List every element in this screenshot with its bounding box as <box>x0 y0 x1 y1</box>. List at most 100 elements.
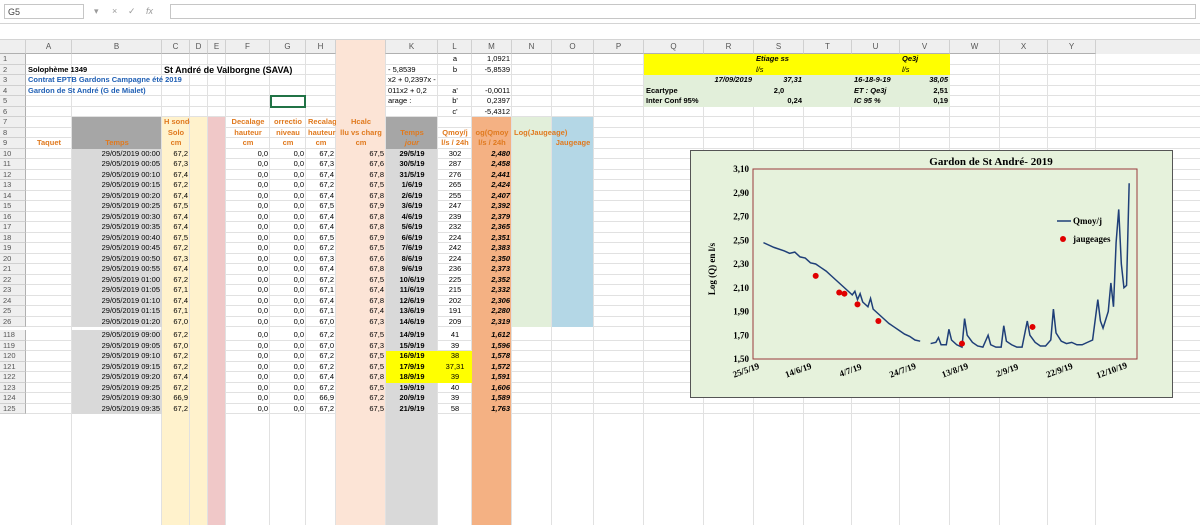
hcalc-cell[interactable]: 67,8 <box>336 170 386 181</box>
column-header-d[interactable]: D <box>190 40 208 54</box>
row-header-11[interactable]: 11 <box>0 159 26 170</box>
column-header-f[interactable]: F <box>226 40 270 54</box>
row-header-118[interactable]: 118 <box>0 330 26 341</box>
hdr-temps[interactable]: Temps <box>72 138 162 149</box>
qmoy-cell[interactable]: 58 <box>438 404 472 415</box>
correction-cell[interactable]: 0,0 <box>270 306 306 317</box>
hsonde-cell[interactable]: 67,2 <box>162 149 190 160</box>
stat-et-label[interactable]: ET : Qe3j <box>852 86 900 97</box>
date-cell[interactable]: 31/5/19 <box>386 170 438 181</box>
qmoy-cell[interactable]: 39 <box>438 341 472 352</box>
recalage-cell[interactable]: 67,2 <box>306 351 336 362</box>
correction-cell[interactable]: 0,0 <box>270 243 306 254</box>
column-header-p[interactable]: P <box>594 40 644 54</box>
recalage-cell[interactable]: 67,2 <box>306 362 336 373</box>
hdr-correction-1[interactable]: niveau <box>270 128 306 139</box>
date-cell[interactable]: 7/6/19 <box>386 243 438 254</box>
hsonde-cell[interactable]: 67,2 <box>162 351 190 362</box>
hdr-qmoy-0[interactable]: Qmoy/j <box>438 128 472 139</box>
correction-cell[interactable]: 0,0 <box>270 351 306 362</box>
row-header-1[interactable]: 1 <box>0 54 26 65</box>
date-cell[interactable]: 12/6/19 <box>386 296 438 307</box>
date-cell[interactable]: 16/9/19 <box>386 351 438 362</box>
hdr-temps2-0[interactable]: Temps <box>386 128 438 139</box>
hdr-logq-0[interactable]: og(Qmoy <box>472 128 512 139</box>
hdr-recalage-1[interactable]: hauteur <box>306 128 336 139</box>
column-header-y[interactable]: Y <box>1048 40 1096 54</box>
hdr-decalage-2[interactable]: cm <box>226 138 270 149</box>
top-m-1[interactable]: 1,0921 <box>472 54 512 65</box>
hsonde-cell[interactable]: 67,2 <box>162 180 190 191</box>
row-header-25[interactable]: 25 <box>0 306 26 317</box>
date-cell[interactable]: 21/9/19 <box>386 404 438 415</box>
decalage-cell[interactable]: 0,0 <box>226 306 270 317</box>
qmoy-cell[interactable]: 39 <box>438 372 472 383</box>
hcalc-cell[interactable]: 67,6 <box>336 254 386 265</box>
recalage-cell[interactable]: 67,5 <box>306 201 336 212</box>
decalage-cell[interactable]: 0,0 <box>226 212 270 223</box>
top-l-4[interactable]: a' <box>438 86 472 97</box>
hdr-recalage-2[interactable]: cm <box>306 138 336 149</box>
hcalc-cell[interactable]: 67,5 <box>336 180 386 191</box>
column-header-k[interactable]: K <box>386 40 438 54</box>
temps-cell[interactable]: 29/05/2019 01:05 <box>72 285 162 296</box>
qmoy-cell[interactable]: 191 <box>438 306 472 317</box>
stat-date2[interactable]: 16-18-9-19 <box>852 75 900 86</box>
hcalc-cell[interactable]: 67,8 <box>336 212 386 223</box>
hdr-hcalc-2[interactable]: cm <box>336 138 386 149</box>
hcalc-cell[interactable]: 67,2 <box>336 393 386 404</box>
row-header-119[interactable]: 119 <box>0 340 26 351</box>
decalage-cell[interactable]: 0,0 <box>226 404 270 415</box>
date-cell[interactable]: 29/5/19 <box>386 149 438 160</box>
logq-cell[interactable]: 2,350 <box>472 254 512 265</box>
column-header-h[interactable]: H <box>306 40 336 54</box>
correction-cell[interactable]: 0,0 <box>270 404 306 415</box>
decalage-cell[interactable]: 0,0 <box>226 254 270 265</box>
hsonde-cell[interactable]: 67,1 <box>162 306 190 317</box>
column-header-n[interactable]: N <box>512 40 552 54</box>
hdr-taquet[interactable]: Taquet <box>26 138 72 149</box>
decalage-cell[interactable]: 0,0 <box>226 233 270 244</box>
decalage-cell[interactable]: 0,0 <box>226 201 270 212</box>
recalage-cell[interactable]: 67,0 <box>306 341 336 352</box>
logq-cell[interactable]: 1,606 <box>472 383 512 394</box>
row-header-24[interactable]: 24 <box>0 295 26 306</box>
recalage-cell[interactable]: 67,0 <box>306 317 336 328</box>
row-header-2[interactable]: 2 <box>0 64 26 75</box>
top-m-4[interactable]: -0,0011 <box>472 86 512 97</box>
logq-cell[interactable]: 1,591 <box>472 372 512 383</box>
hcalc-cell[interactable]: 67,5 <box>336 351 386 362</box>
hsonde-cell[interactable]: 67,4 <box>162 296 190 307</box>
hsonde-cell[interactable]: 67,5 <box>162 233 190 244</box>
decalage-cell[interactable]: 0,0 <box>226 393 270 404</box>
temps-cell[interactable]: 29/05/2019 09:35 <box>72 403 162 414</box>
select-all-corner[interactable] <box>0 40 26 54</box>
date-cell[interactable]: 9/6/19 <box>386 264 438 275</box>
top-l-2[interactable]: b <box>438 65 472 76</box>
decalage-cell[interactable]: 0,0 <box>226 296 270 307</box>
logq-cell[interactable]: 2,373 <box>472 264 512 275</box>
stat-unit-2[interactable]: l/s <box>900 65 950 76</box>
correction-cell[interactable]: 0,0 <box>270 341 306 352</box>
row-header-14[interactable]: 14 <box>0 190 26 201</box>
temps-cell[interactable]: 29/05/2019 00:05 <box>72 159 162 170</box>
stat-val2[interactable]: 38,05 <box>900 75 950 86</box>
fx-icon[interactable]: fx <box>146 4 153 18</box>
hcalc-cell[interactable]: 67,5 <box>336 362 386 373</box>
recalage-cell[interactable]: 67,2 <box>306 275 336 286</box>
logq-cell[interactable]: 2,332 <box>472 285 512 296</box>
qmoy-cell[interactable]: 41 <box>438 330 472 341</box>
stat-ic95-label[interactable]: IC 95 % <box>852 96 900 107</box>
row-header-21[interactable]: 21 <box>0 264 26 275</box>
correction-cell[interactable]: 0,0 <box>270 233 306 244</box>
column-header-b[interactable]: B <box>72 40 162 54</box>
date-cell[interactable]: 6/6/19 <box>386 233 438 244</box>
decalage-cell[interactable]: 0,0 <box>226 317 270 328</box>
column-header-g[interactable]: G <box>270 40 306 54</box>
column-header-m[interactable]: M <box>472 40 512 54</box>
title-right[interactable]: St André de Valborgne (SAVA) <box>162 65 306 76</box>
correction-cell[interactable]: 0,0 <box>270 317 306 328</box>
correction-cell[interactable]: 0,0 <box>270 362 306 373</box>
correction-cell[interactable]: 0,0 <box>270 191 306 202</box>
hsonde-cell[interactable]: 67,3 <box>162 254 190 265</box>
